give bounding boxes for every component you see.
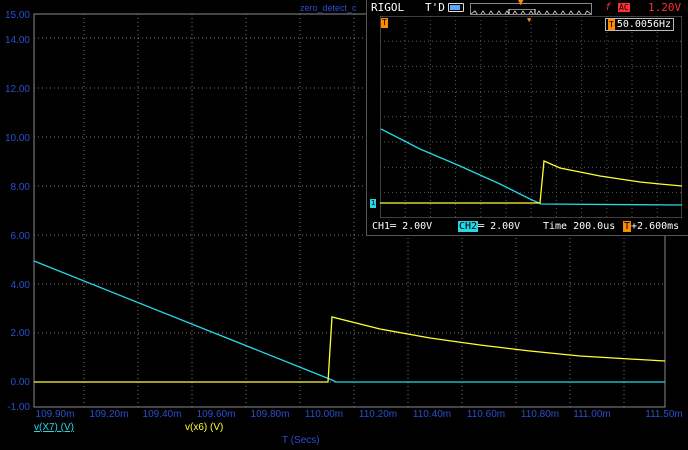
x-axis-label: T (Secs) xyxy=(282,435,320,446)
x-tick-label: 110.40m xyxy=(413,409,451,420)
x-tick-label: 109.20m xyxy=(90,409,129,420)
legend-entry-v-x7[interactable]: v(X7) (V) xyxy=(34,422,74,433)
x-tick-label: 109.80m xyxy=(251,409,290,420)
x-tick-label: 110.00m xyxy=(305,409,343,420)
timebase: Time 200.0us xyxy=(543,221,616,232)
frequency-readout: T 50.0056Hz xyxy=(605,18,675,31)
ch2-scale: CH2═ 2.00V xyxy=(458,218,520,235)
oscilloscope-inset: RIGOL T'D ▼ f AC 1.20V T ▼ T50.0056Hz 1 xyxy=(366,0,688,236)
trigger-time-marker-icon: ▼ xyxy=(527,16,532,24)
scope-display xyxy=(380,16,682,218)
ch2-tag: CH2 xyxy=(458,221,479,232)
ch2-scale-value: ═ 2.00V xyxy=(478,221,521,232)
time-position-value: +2.600ms xyxy=(631,221,680,232)
memory-icon xyxy=(448,3,464,12)
waveform-overview xyxy=(470,3,592,15)
time-position: T+2.600ms xyxy=(623,218,679,235)
trigger-source-icon: f xyxy=(605,2,612,13)
scope-settings-bar: CH1═ 2.00V CH2═ 2.00V Time 200.0us T+2.6… xyxy=(367,218,688,235)
x-tick-label: 111.50m xyxy=(645,409,682,420)
scope-status-bar: RIGOL T'D ▼ f AC 1.20V xyxy=(367,0,688,16)
y-tick-label: 0.00 xyxy=(11,377,31,388)
ch1-ground-marker: 1 xyxy=(370,199,377,208)
y-tick-label: 15.00 xyxy=(5,10,30,21)
plot-title: zero_detect_c xyxy=(300,3,357,13)
x-tick-label: 110.80m xyxy=(521,409,559,420)
frequency-value: 50.0056Hz xyxy=(616,19,672,30)
time-position-tag: T xyxy=(623,221,632,232)
y-tick-label: 6.00 xyxy=(11,231,31,242)
x-tick-label: 111.00m xyxy=(573,409,610,420)
y-tick-label: -1.00 xyxy=(7,402,30,413)
y-tick-label: 14.00 xyxy=(5,35,30,46)
y-tick-label: 8.00 xyxy=(11,182,31,193)
trigger-position-icon: ▼ xyxy=(518,0,524,8)
frequency-tag: T xyxy=(608,19,615,30)
y-tick-label: 10.00 xyxy=(5,133,30,144)
trigger-level: 1.20V xyxy=(648,1,682,14)
scope-brand: RIGOL xyxy=(371,1,405,14)
x-tick-label: 110.60m xyxy=(467,409,505,420)
x-tick-label: 109.40m xyxy=(143,409,182,420)
x-tick-label: 109.60m xyxy=(197,409,236,420)
y-tick-label: 2.00 xyxy=(11,328,31,339)
x-tick-label: 109.90m xyxy=(36,409,75,420)
legend-entry-v-x6[interactable]: v(x6) (V) xyxy=(185,422,223,433)
coupling-badge: AC xyxy=(618,3,630,12)
ch1-scale: CH1═ 2.00V xyxy=(372,221,433,232)
trigger-status: T'D xyxy=(425,1,445,14)
trigger-marker-icon: T xyxy=(381,18,388,28)
y-tick-label: 4.00 xyxy=(11,280,31,291)
y-tick-label: 12.00 xyxy=(5,84,30,95)
x-tick-label: 110.20m xyxy=(359,409,397,420)
app-window: zero_detect_c 15.00 14.00 12.00 10.00 8.… xyxy=(0,0,688,450)
